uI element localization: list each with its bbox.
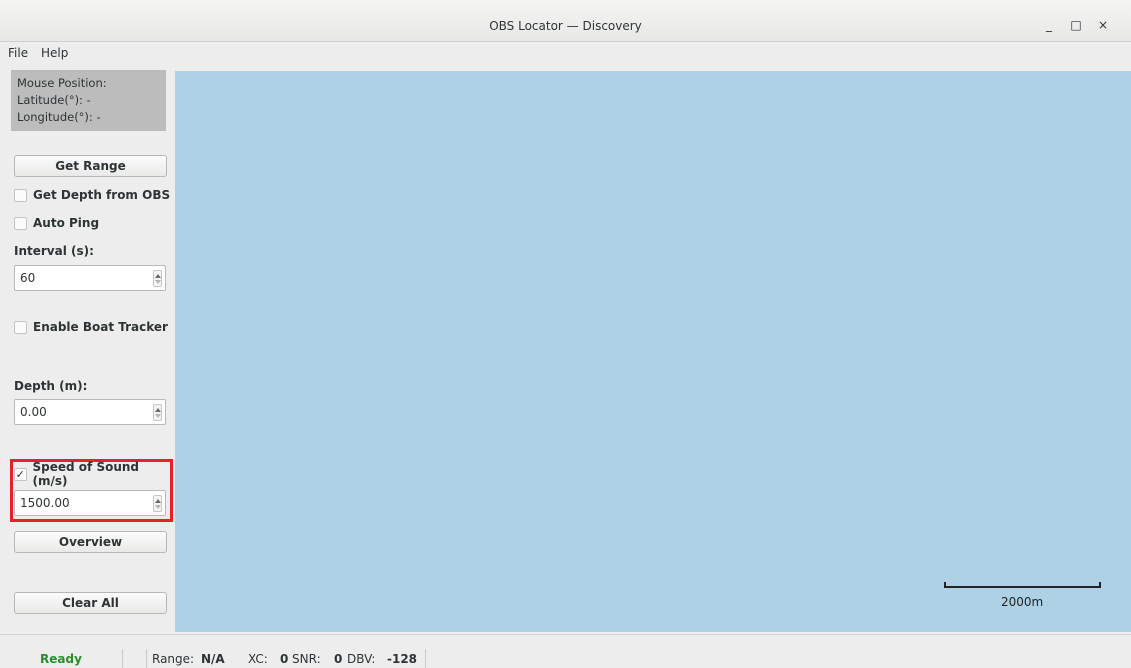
latitude-readout: Latitude(°): -: [17, 93, 91, 107]
speed-of-sound-value[interactable]: 1500.00: [20, 496, 70, 510]
get-depth-checkbox-row[interactable]: Get Depth from OBS: [14, 186, 170, 204]
auto-ping-label: Auto Ping: [33, 216, 100, 230]
interval-spinbox[interactable]: 60: [14, 265, 166, 291]
map-view[interactable]: 2000m: [175, 71, 1131, 632]
speed-of-sound-checkbox[interactable]: ✓: [14, 467, 27, 481]
depth-spinbox[interactable]: 0.00: [14, 399, 166, 425]
step-up-icon[interactable]: [155, 499, 161, 503]
get-range-button[interactable]: Get Range: [14, 155, 167, 177]
mouse-position-header: Mouse Position:: [17, 76, 107, 90]
auto-ping-checkbox-row[interactable]: Auto Ping: [14, 214, 99, 232]
status-divider: [425, 649, 426, 668]
status-divider: [122, 649, 123, 668]
control-panel: Mouse Position: Latitude(°): - Longitude…: [0, 64, 173, 634]
xc-label: XC:: [248, 652, 268, 666]
scale-bar-icon: [944, 582, 1101, 588]
snr-label: SNR:: [292, 652, 321, 666]
dbv-value: -128: [387, 652, 418, 666]
step-down-icon[interactable]: [155, 505, 161, 509]
step-up-icon[interactable]: [155, 274, 161, 278]
boat-tracker-checkbox-row[interactable]: Enable Boat Tracker: [14, 318, 168, 336]
boat-tracker-checkbox[interactable]: [14, 320, 27, 334]
maximize-button[interactable]: □: [1067, 16, 1085, 34]
mouse-position-panel: Mouse Position: Latitude(°): - Longitude…: [11, 70, 166, 131]
menu-bar: File Help: [0, 42, 1131, 64]
step-down-icon[interactable]: [155, 414, 161, 418]
status-bar: Ready Range: N/A XC: 0 SNR: 0 DBV: -128: [0, 634, 1131, 668]
scale-label: 2000m: [1001, 595, 1044, 609]
xc-value: 0: [280, 652, 289, 666]
menu-file[interactable]: File: [8, 46, 28, 60]
boat-tracker-label: Enable Boat Tracker: [33, 320, 168, 334]
depth-value[interactable]: 0.00: [20, 405, 47, 419]
window-title: OBS Locator — Discovery: [489, 19, 642, 33]
title-bar: OBS Locator — Discovery _ □ ×: [0, 0, 1131, 42]
interval-stepper[interactable]: [153, 270, 162, 287]
speed-of-sound-spinbox[interactable]: 1500.00: [14, 490, 166, 516]
speed-of-sound-stepper[interactable]: [153, 495, 162, 512]
minimize-button[interactable]: _: [1040, 16, 1058, 34]
interval-value[interactable]: 60: [20, 271, 35, 285]
step-down-icon[interactable]: [155, 280, 161, 284]
speed-of-sound-label: Speed of Sound (m/s): [32, 460, 140, 488]
depth-stepper[interactable]: [153, 404, 162, 421]
clear-all-button[interactable]: Clear All: [14, 592, 167, 614]
longitude-readout: Longitude(°): -: [17, 110, 101, 124]
step-up-icon[interactable]: [155, 408, 161, 412]
status-divider: [146, 649, 147, 668]
status-ready: Ready: [40, 652, 82, 666]
speed-of-sound-checkbox-row[interactable]: ✓ Speed of Sound (m/s): [14, 460, 172, 488]
dbv-label: DBV:: [347, 652, 376, 666]
overview-button[interactable]: Overview: [14, 531, 167, 553]
auto-ping-checkbox[interactable]: [14, 216, 27, 230]
range-label: Range:: [152, 652, 195, 666]
range-value: N/A: [201, 652, 225, 666]
interval-label: Interval (s):: [14, 244, 94, 258]
close-button[interactable]: ×: [1094, 16, 1112, 34]
get-depth-label: Get Depth from OBS: [33, 188, 171, 202]
depth-label: Depth (m):: [14, 379, 88, 393]
get-depth-checkbox[interactable]: [14, 188, 27, 202]
snr-value: 0: [334, 652, 343, 666]
menu-help[interactable]: Help: [41, 46, 68, 60]
